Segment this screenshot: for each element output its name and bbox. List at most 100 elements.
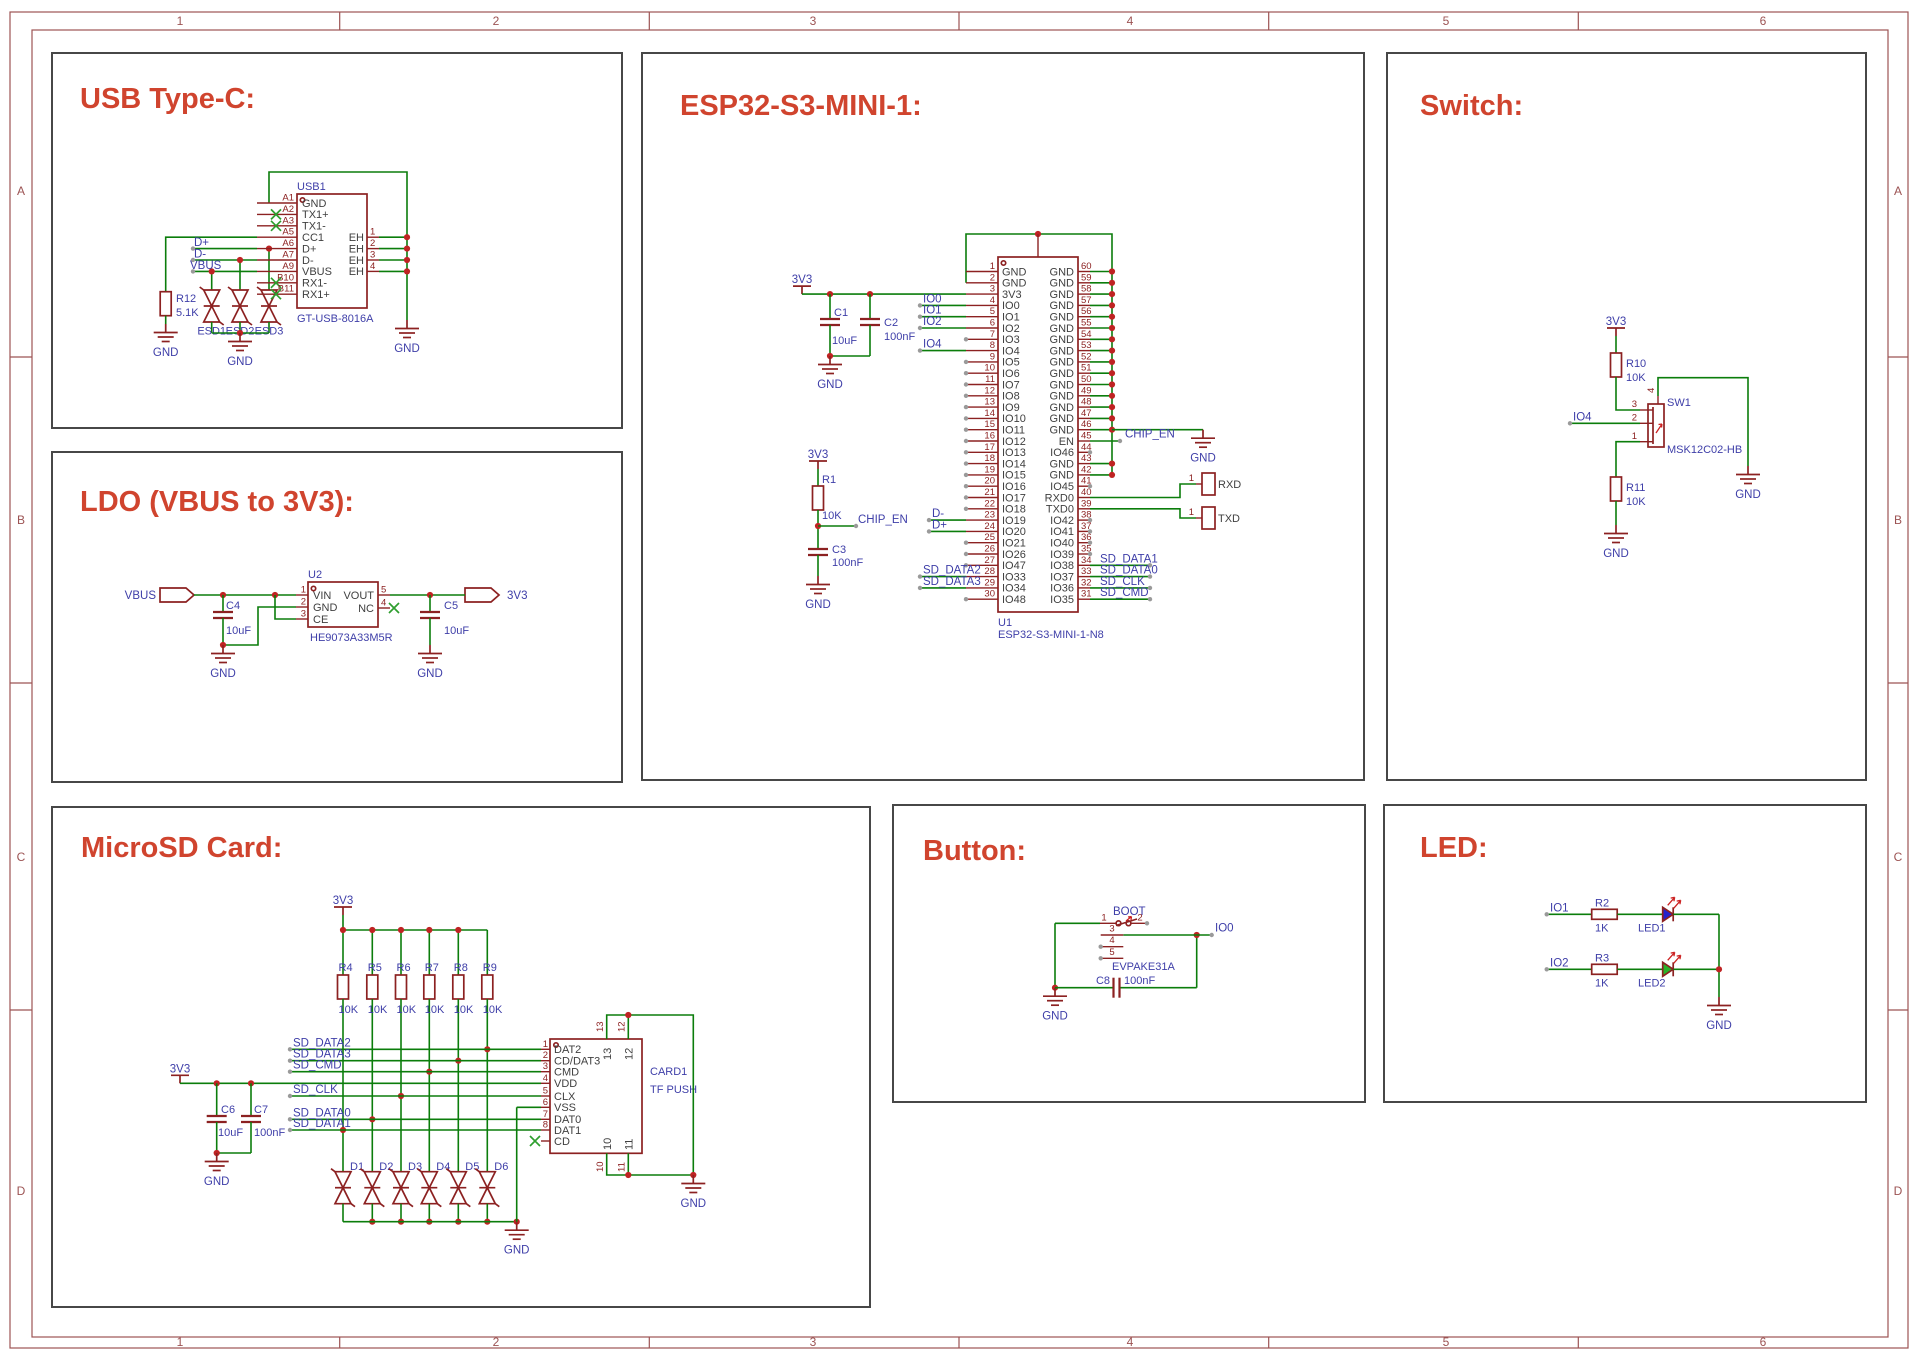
label: R5 xyxy=(368,962,382,974)
esd-diode xyxy=(495,1204,499,1207)
junction-dot xyxy=(1716,966,1722,972)
pin-number: 4 xyxy=(381,598,386,609)
open-end-dot xyxy=(918,348,922,352)
open-end-dot xyxy=(288,1059,292,1063)
esd-diode xyxy=(380,1204,384,1207)
pin-number: 24 xyxy=(984,521,995,532)
pin-name: IO6 xyxy=(1002,368,1020,380)
emission-arrow xyxy=(1668,952,1675,960)
pin-name: NC xyxy=(358,603,374,615)
esd-diode xyxy=(437,1204,441,1207)
frame-column-label: 1 xyxy=(177,1335,184,1349)
open-end-dot xyxy=(964,382,968,386)
gnd-label: GND xyxy=(1706,1020,1732,1032)
open-end-dot xyxy=(1099,956,1103,960)
pin-number: 22 xyxy=(984,498,995,509)
pin-number: 54 xyxy=(1081,329,1092,340)
pin-name: EH xyxy=(349,255,364,267)
pin-number: A5 xyxy=(282,227,294,238)
pin-number: 8 xyxy=(543,1120,548,1131)
junction-dot xyxy=(1109,381,1115,387)
pin-number: 3 xyxy=(370,250,375,261)
net-label: SD_DATA2 xyxy=(293,1037,351,1049)
pin-name: 13 xyxy=(602,1048,614,1060)
wire xyxy=(1616,442,1640,477)
frame-row-label: D xyxy=(17,1184,26,1198)
resistor-body xyxy=(424,975,435,999)
junction-dot xyxy=(426,927,432,933)
pin-number: 46 xyxy=(1081,419,1092,430)
pin-name: D+ xyxy=(302,243,316,255)
pin-name: GND xyxy=(1050,425,1075,437)
pin-number: 20 xyxy=(984,476,995,487)
esd-diode xyxy=(409,1204,413,1207)
pin-name: IO7 xyxy=(1002,379,1020,391)
part-number: ESP32-S3-MINI-1-N8 xyxy=(998,629,1104,641)
pin-number: 21 xyxy=(984,487,995,498)
part-number: MSK12C02-HB xyxy=(1667,444,1742,456)
pin-number: 4 xyxy=(370,261,375,272)
junction-dot xyxy=(1109,302,1115,308)
pin-name: IO14 xyxy=(1002,458,1026,470)
pin-number: 11 xyxy=(985,374,995,385)
pin-name: IO42 xyxy=(1050,515,1074,527)
pin-number: A7 xyxy=(282,250,294,261)
pin-number: 7 xyxy=(543,1109,548,1120)
label: 10K xyxy=(368,1004,388,1016)
pin-name: CC1 xyxy=(302,232,324,244)
pin-number: 7 xyxy=(990,329,995,340)
pin-name: IO37 xyxy=(1050,571,1074,583)
gnd-label: GND xyxy=(210,668,236,680)
pin-name: RXD0 xyxy=(1045,492,1074,504)
junction-dot xyxy=(404,268,410,274)
pin-number: 1 xyxy=(1189,507,1194,518)
junction-dot xyxy=(1109,348,1115,354)
frame-row-label: A xyxy=(1894,184,1902,198)
pin-number: A6 xyxy=(282,238,294,249)
pin-name: EN xyxy=(1059,436,1074,448)
open-end-dot xyxy=(288,1047,292,1051)
pin-name: IO33 xyxy=(1002,571,1026,583)
junction-dot xyxy=(237,257,243,263)
pin-name: DAT2 xyxy=(554,1044,581,1056)
pin-number: 30 xyxy=(984,589,995,600)
open-end-dot xyxy=(964,495,968,499)
label: R7 xyxy=(425,962,439,974)
net-label: IO4 xyxy=(923,339,942,351)
net-label: CHIP_EN xyxy=(1125,429,1175,441)
label: 10K xyxy=(454,1004,474,1016)
net-port xyxy=(465,588,499,602)
pin-number: 56 xyxy=(1081,306,1092,317)
net-label: CHIP_EN xyxy=(858,514,908,526)
label: 10uF xyxy=(218,1127,243,1139)
pin-name: VIN xyxy=(313,590,331,602)
label: R11 xyxy=(1626,482,1645,494)
open-end-dot xyxy=(918,586,922,590)
open-end-dot xyxy=(918,315,922,319)
pin-name: IO4 xyxy=(1002,345,1020,357)
label: R3 xyxy=(1595,952,1609,964)
resistor-body xyxy=(813,486,824,510)
label: 10K xyxy=(483,1004,503,1016)
junction-dot xyxy=(340,927,346,933)
port-label: 3V3 xyxy=(507,590,527,602)
net-label: IO4 xyxy=(1573,411,1592,423)
open-end-dot xyxy=(964,450,968,454)
frame-outer xyxy=(10,12,1908,1348)
circuit-graphics: GNDR125.1KD+D-VBUSESD1ESD2ESD3GNDGNDUSB1… xyxy=(125,172,1761,1257)
pin-number: 48 xyxy=(1081,397,1092,408)
open-end-dot xyxy=(288,1117,292,1121)
gnd-label: GND xyxy=(1190,453,1216,465)
net-label: IO0 xyxy=(1215,923,1234,935)
net-label: IO1 xyxy=(1550,902,1569,914)
led-section-title: LED: xyxy=(1420,832,1488,864)
gnd-label: GND xyxy=(817,379,843,391)
pin-name: IO34 xyxy=(1002,583,1026,595)
junction-dot xyxy=(455,927,461,933)
pin-number: A1 xyxy=(282,193,294,204)
pin-name: GND xyxy=(1002,278,1027,290)
open-end-dot xyxy=(1568,421,1572,425)
pin-number: B10 xyxy=(277,272,294,283)
label: C7 xyxy=(254,1104,268,1116)
net-label: SD_CMD xyxy=(1100,587,1149,599)
